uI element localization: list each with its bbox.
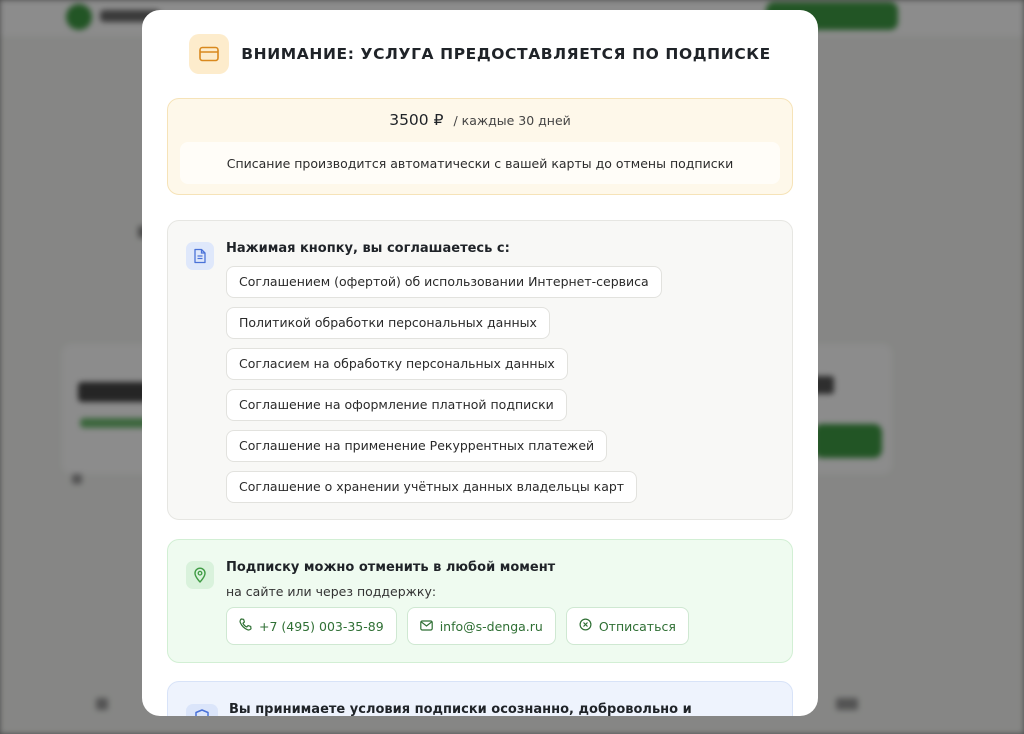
agreement-link-paid-subscription[interactable]: Соглашение на оформление платной подписк… [226,389,567,421]
price-period: / каждые 30 дней [453,113,571,128]
cancel-actions: +7 (495) 003-35-89 info@s-denga.ru Отпис… [226,607,689,645]
agreement-link-recurring-payments[interactable]: Соглашение на применение Рекуррентных пл… [226,430,608,462]
email-button[interactable]: info@s-denga.ru [406,607,556,645]
email-address: info@s-denga.ru [439,618,543,634]
billing-note: Списание производится автоматически с ва… [180,142,780,184]
shield-icon [186,704,218,716]
cancel-info-box: Подписку можно отменить в любой момент н… [167,539,793,663]
unsubscribe-label: Отписаться [598,618,676,634]
agreement-link-offer[interactable]: Соглашением (офертой) об использовании И… [226,266,662,298]
price-line: 3500 ₽ / каждые 30 дней [168,111,792,133]
modal-header: ВНИМАНИЕ: УСЛУГА ПРЕДОСТАВЛЯЕТСЯ ПО ПОДП… [142,34,818,74]
cancel-title: Подписку можно отменить в любой момент [226,560,556,575]
credit-card-icon [189,34,230,74]
modal-title: ВНИМАНИЕ: УСЛУГА ПРЕДОСТАВЛЯЕТСЯ ПО ПОДП… [241,45,771,63]
phone-button[interactable]: +7 (495) 003-35-89 [226,607,397,645]
subscription-modal: ВНИМАНИЕ: УСЛУГА ПРЕДОСТАВЛЯЕТСЯ ПО ПОДП… [142,10,818,716]
location-pin-icon [186,561,214,589]
agreement-link-card-data-storage[interactable]: Соглашение о хранении учётных данных вла… [226,471,638,503]
price-box: 3500 ₽ / каждые 30 дней Списание произво… [167,98,793,195]
agreements-title: Нажимая кнопку, вы соглашаетесь с: [226,241,510,256]
agreements-list: Соглашением (офертой) об использовании И… [226,266,662,503]
unsubscribe-button[interactable]: Отписаться [565,607,689,645]
document-icon [186,242,214,270]
phone-number: +7 (495) 003-35-89 [259,618,384,634]
consent-box: Вы принимаете условия подписки осознанно… [167,681,793,716]
mail-icon [419,619,433,634]
agreement-link-data-consent[interactable]: Согласием на обработку персональных данн… [226,348,568,380]
phone-icon [239,618,252,634]
consent-text: Вы принимаете условия подписки осознанно… [229,702,692,716]
cancel-circle-icon [579,618,592,634]
agreements-box: Нажимая кнопку, вы соглашаетесь с: Согла… [167,220,793,520]
agreement-link-privacy-policy[interactable]: Политикой обработки персональных данных [226,307,550,339]
cancel-subtitle: на сайте или через поддержку: [226,584,437,599]
price-amount: 3500 ₽ [389,111,444,129]
